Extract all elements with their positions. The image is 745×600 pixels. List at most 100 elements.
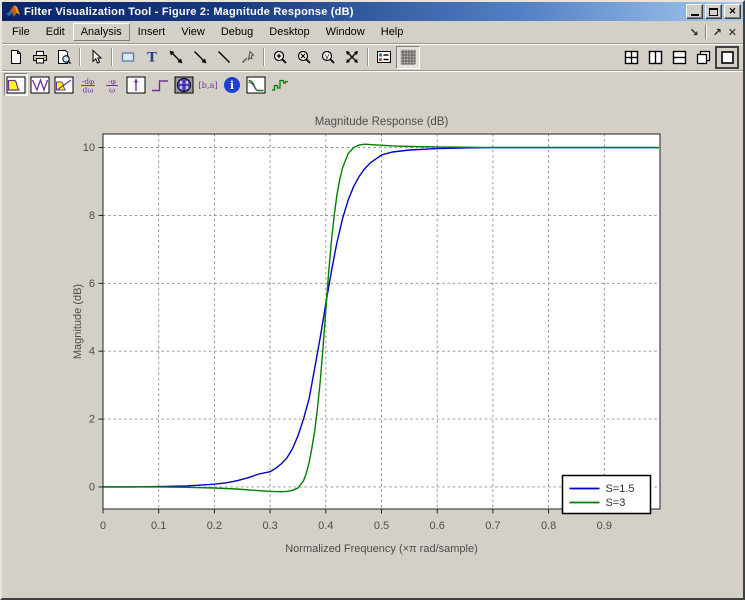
minimize-icon	[690, 14, 699, 16]
insert-rectangle-button[interactable]	[116, 46, 140, 69]
new-document-button[interactable]	[4, 46, 28, 69]
full-view-icon	[346, 51, 358, 63]
svg-text:dω: dω	[83, 85, 94, 94]
zoom-y-button[interactable]: y	[316, 46, 340, 69]
insert-double-arrow-button[interactable]	[164, 46, 188, 69]
x-tick-label: 0.7	[485, 520, 500, 532]
maximize-button[interactable]	[705, 4, 722, 19]
phase-response-icon	[30, 76, 50, 93]
zoom-x-button[interactable]	[292, 46, 316, 69]
dock-figure-icon[interactable]: ↘	[689, 26, 698, 39]
legend-icon	[377, 51, 391, 63]
matlab-app-icon	[5, 4, 21, 19]
x-tick-label: 0	[100, 520, 106, 532]
zoom-x-icon	[297, 50, 311, 64]
phase-delay-icon: -φ ω	[106, 77, 118, 94]
view-quad-button[interactable]	[619, 46, 643, 69]
magnitude-response-button[interactable]	[4, 73, 28, 96]
x-axis-label: Normalized Frequency (×π rad/sample)	[285, 543, 478, 555]
view-split-vertical-button[interactable]	[643, 46, 667, 69]
toolbar-separator	[367, 48, 369, 66]
view-quad-icon	[624, 50, 638, 64]
plot-title: Magnitude Response (dB)	[315, 116, 449, 128]
legend-label: S=3	[606, 497, 626, 509]
view-single-button[interactable]	[715, 45, 739, 69]
menu-help[interactable]: Help	[373, 23, 412, 41]
round-off-noise-power-spectrum-button[interactable]	[268, 73, 292, 96]
pole-zero-button[interactable]	[172, 73, 196, 96]
y-tick-label: 6	[89, 278, 95, 290]
svg-text:i: i	[230, 79, 234, 92]
edit-plot-button[interactable]	[84, 46, 108, 69]
full-view-button[interactable]	[340, 46, 364, 69]
insert-text-button[interactable]: T	[140, 46, 164, 69]
svg-text:[b,a]: [b,a]	[198, 80, 217, 90]
close-figure-icon[interactable]: ✕	[728, 26, 737, 39]
edit-plot-icon	[92, 49, 103, 64]
analysis-toolbar: -dφ dω -φ ω [b,a] i	[2, 70, 743, 98]
menu-debug[interactable]: Debug	[213, 23, 261, 41]
title-bar[interactable]: Filter Visualization Tool - Figure 2: Ma…	[2, 2, 743, 21]
magnitude-and-phase-button[interactable]	[52, 73, 76, 96]
print-button[interactable]	[28, 46, 52, 69]
x-tick-label: 0.8	[541, 520, 556, 532]
figure-area: 0 0.1 0.2 0.3 0.4 0.5 0.6 0.7 0.8 0.9 0 2 4 6 8 10 Magni…	[2, 98, 745, 600]
phase-delay-button[interactable]: -φ ω	[100, 73, 124, 96]
x-tick-label: 0.5	[374, 520, 389, 532]
svg-text:ω: ω	[109, 85, 115, 94]
filter-information-button[interactable]: i	[220, 73, 244, 96]
zoom-y-icon: y	[321, 50, 335, 64]
x-tick-label: 0.4	[318, 520, 333, 532]
magnitude-response-plot[interactable]: 0 0.1 0.2 0.3 0.4 0.5 0.6 0.7 0.8 0.9 0 2 4 6 8 10 Magni…	[2, 98, 745, 600]
menu-analysis[interactable]: Analysis	[72, 23, 130, 41]
legend-label: S=1.5	[606, 483, 635, 495]
view-split-horizontal-button[interactable]	[667, 46, 691, 69]
toolbar-separator	[79, 48, 81, 66]
insert-text-icon: T	[147, 51, 157, 66]
magnitude-and-phase-icon	[54, 76, 74, 93]
print-preview-icon	[58, 50, 72, 65]
menu-desktop[interactable]: Desktop	[261, 23, 317, 41]
minimize-button[interactable]	[686, 4, 703, 19]
insert-rectangle-icon	[121, 52, 135, 62]
y-tick-label: 8	[89, 210, 95, 222]
step-response-button[interactable]	[148, 73, 172, 96]
magnitude-response-estimate-button[interactable]	[244, 73, 268, 96]
round-off-noise-power-spectrum-icon	[272, 79, 288, 91]
window-layout-group	[619, 45, 741, 69]
svg-text:T: T	[147, 51, 157, 66]
print-preview-button[interactable]	[52, 46, 76, 69]
svg-text:y: y	[325, 52, 329, 61]
close-button[interactable]: ✕	[724, 4, 741, 19]
filter-coefficients-button[interactable]: [b,a]	[196, 73, 220, 96]
close-icon: ✕	[728, 6, 737, 16]
view-cascade-icon	[696, 50, 710, 64]
x-tick-label: 0.2	[207, 520, 222, 532]
menu-edit[interactable]: Edit	[38, 23, 73, 41]
toggle-grid-button[interactable]	[396, 45, 420, 69]
insert-double-arrow-icon	[169, 50, 183, 64]
group-delay-button[interactable]: -dφ dω	[76, 73, 100, 96]
menu-bar: File Edit Analysis Insert View Debug Des…	[2, 21, 743, 43]
impulse-response-button[interactable]	[124, 73, 148, 96]
insert-arrow-button[interactable]	[188, 46, 212, 69]
magnitude-response-icon	[6, 76, 26, 93]
pole-zero-icon	[174, 76, 194, 93]
menu-file[interactable]: File	[4, 23, 38, 41]
zoom-in-button[interactable]	[268, 46, 292, 69]
print-icon	[33, 51, 47, 64]
filter-coefficients-icon: [b,a]	[198, 80, 217, 90]
view-split-vertical-icon	[648, 50, 662, 64]
phase-response-button[interactable]	[28, 73, 52, 96]
menu-insert[interactable]: Insert	[130, 23, 174, 41]
window-controls: ✕	[686, 4, 741, 19]
toggle-legend-button[interactable]	[372, 46, 396, 69]
pin-to-axes-button[interactable]	[236, 46, 260, 69]
menu-view[interactable]: View	[173, 23, 213, 41]
undock-figure-icon[interactable]: ↗	[713, 26, 722, 39]
zoom-in-icon	[273, 50, 287, 64]
menu-separator	[704, 25, 707, 39]
insert-line-button[interactable]	[212, 46, 236, 69]
view-cascade-button[interactable]	[691, 46, 715, 69]
menu-window[interactable]: Window	[318, 23, 373, 41]
